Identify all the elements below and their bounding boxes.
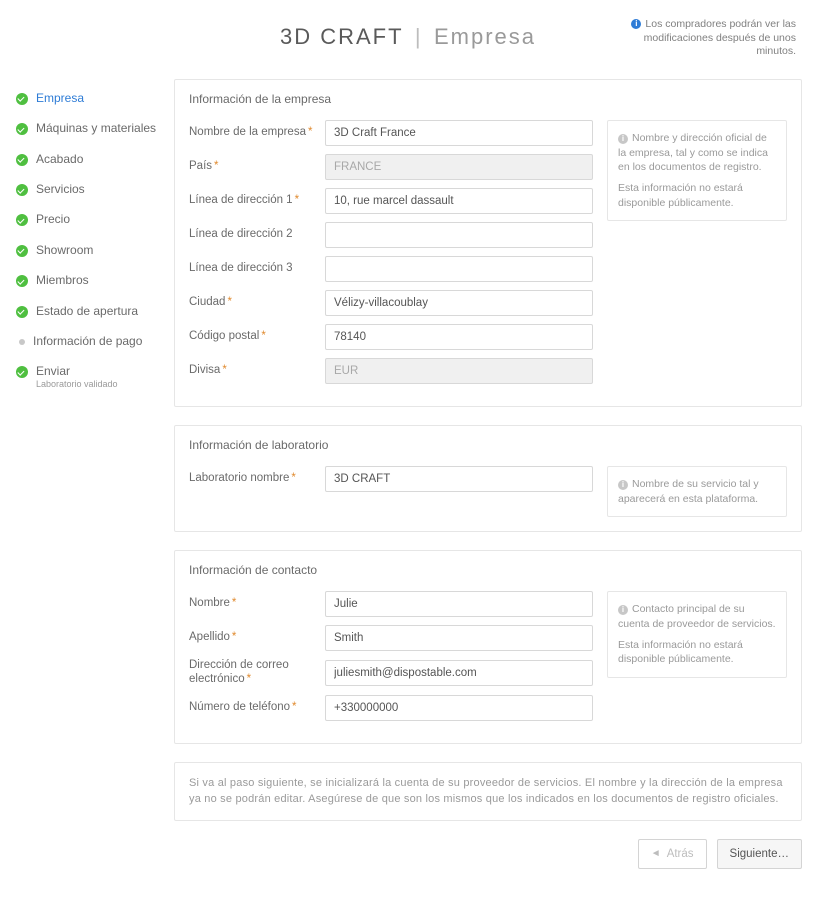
email-input[interactable] xyxy=(325,660,593,686)
phone-label: Número de teléfono* xyxy=(189,701,325,715)
page-title: 3D CRAFT | Empresa xyxy=(200,18,616,50)
next-button[interactable]: Siguiente… xyxy=(717,839,802,869)
warning-notice: Si va al paso siguiente, se inicializará… xyxy=(174,762,802,821)
sidebar-item-pago[interactable]: Información de pago xyxy=(14,326,160,356)
lab-name-label: Laboratorio nombre* xyxy=(189,472,325,486)
check-icon xyxy=(16,184,28,196)
step-sidebar: Empresa Máquinas y materiales Acabado Se… xyxy=(14,79,160,869)
sidebar-item-showroom[interactable]: Showroom xyxy=(14,235,160,265)
footer-nav: ◄ Atrás Siguiente… xyxy=(174,839,802,869)
info-icon: i xyxy=(618,134,628,144)
section-name: Empresa xyxy=(434,24,536,49)
postal-input[interactable] xyxy=(325,324,593,350)
page-header: 3D CRAFT | Empresa iLos compradores podr… xyxy=(14,18,802,79)
country-readonly: FRANCE xyxy=(325,154,593,180)
sidebar-item-apertura[interactable]: Estado de apertura xyxy=(14,296,160,326)
sidebar-item-enviar[interactable]: Enviar Laboratorio validado xyxy=(14,356,160,397)
check-icon xyxy=(16,366,28,378)
addr1-input[interactable] xyxy=(325,188,593,214)
company-section-title: Información de la empresa xyxy=(189,92,787,106)
check-icon xyxy=(16,123,28,135)
addr2-label: Línea de dirección 2 xyxy=(189,228,325,242)
company-name-input[interactable] xyxy=(325,120,593,146)
info-icon: i xyxy=(618,605,628,615)
sidebar-item-acabado[interactable]: Acabado xyxy=(14,144,160,174)
addr3-label: Línea de dirección 3 xyxy=(189,262,325,276)
contact-info-card: Información de contacto Nombre* Apellido… xyxy=(174,550,802,744)
addr3-input[interactable] xyxy=(325,256,593,282)
check-icon xyxy=(16,214,28,226)
check-icon xyxy=(16,306,28,318)
info-icon: i xyxy=(631,19,641,29)
first-name-label: Nombre* xyxy=(189,597,325,611)
info-icon: i xyxy=(618,480,628,490)
company-info-card: Información de la empresa Nombre de la e… xyxy=(174,79,802,407)
brand-name: 3D CRAFT xyxy=(280,24,404,49)
first-name-input[interactable] xyxy=(325,591,593,617)
city-input[interactable] xyxy=(325,290,593,316)
currency-label: Divisa* xyxy=(189,364,325,378)
sidebar-item-servicios[interactable]: Servicios xyxy=(14,174,160,204)
postal-label: Código postal* xyxy=(189,330,325,344)
last-name-label: Apellido* xyxy=(189,631,325,645)
check-icon xyxy=(16,154,28,166)
company-name-label: Nombre de la empresa* xyxy=(189,126,325,140)
phone-input[interactable] xyxy=(325,695,593,721)
lab-section-title: Información de laboratorio xyxy=(189,438,787,452)
sidebar-item-maquinas[interactable]: Máquinas y materiales xyxy=(14,113,160,143)
sidebar-item-miembros[interactable]: Miembros xyxy=(14,265,160,295)
addr2-input[interactable] xyxy=(325,222,593,248)
lab-info-card: Información de laboratorio Laboratorio n… xyxy=(174,425,802,532)
sidebar-item-precio[interactable]: Precio xyxy=(14,204,160,234)
email-label: Dirección de correo electrónico* xyxy=(189,659,325,687)
country-label: País* xyxy=(189,160,325,174)
last-name-input[interactable] xyxy=(325,625,593,651)
sidebar-item-empresa[interactable]: Empresa xyxy=(14,83,160,113)
company-hint: iNombre y dirección oficial de la empres… xyxy=(607,120,787,221)
dot-icon xyxy=(19,339,25,345)
check-icon xyxy=(16,93,28,105)
check-icon xyxy=(16,275,28,287)
lab-name-input[interactable] xyxy=(325,466,593,492)
check-icon xyxy=(16,245,28,257)
lab-hint: iNombre de su servicio tal y aparecerá e… xyxy=(607,466,787,517)
chevron-left-icon: ◄ xyxy=(651,848,661,859)
header-notice: iLos compradores podrán ver las modifica… xyxy=(616,18,796,59)
city-label: Ciudad* xyxy=(189,296,325,310)
contact-hint: iContacto principal de su cuenta de prov… xyxy=(607,591,787,678)
currency-readonly: EUR xyxy=(325,358,593,384)
title-separator: | xyxy=(415,24,423,49)
contact-section-title: Información de contacto xyxy=(189,563,787,577)
addr1-label: Línea de dirección 1* xyxy=(189,194,325,208)
back-button[interactable]: ◄ Atrás xyxy=(638,839,707,869)
